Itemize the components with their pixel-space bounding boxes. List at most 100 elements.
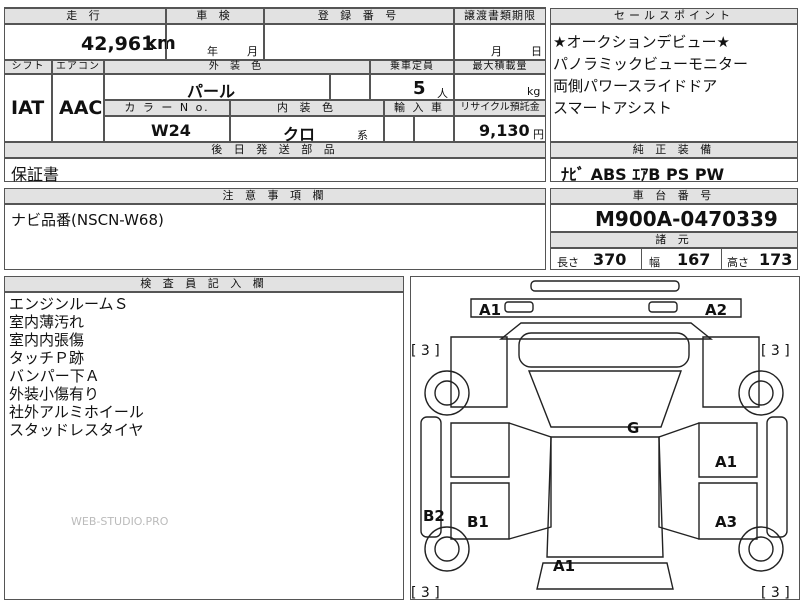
specs-divider: [641, 249, 642, 269]
car-diagram: A1 A2 G A1 B2 B1 A3 A1 [ 3 ] [ 3 ] [ 3 ]…: [411, 280, 790, 599]
import-header: 輸 入 車: [384, 100, 454, 116]
height-value: 173: [759, 250, 793, 269]
shift-header: シフト: [4, 60, 52, 74]
wheel-rear-left-inner: [434, 536, 460, 562]
recycle-unit: 円: [533, 128, 544, 141]
registration-cell: [264, 24, 454, 60]
ext-color-extra-cell: [330, 74, 370, 100]
width-value: 167: [677, 250, 711, 269]
mileage-value: 42,961: [81, 33, 155, 55]
transfer-deadline-header: 譲渡書類期限: [454, 8, 546, 24]
import-cell-b: [414, 116, 454, 142]
width-label: 幅: [649, 256, 660, 269]
front-grille: [499, 322, 713, 340]
wheel-rear-right-inner: [748, 536, 774, 562]
car-diagram-box: A1 A2 G A1 B2 B1 A3 A1 [ 3 ] [ 3 ] [ 3 ]…: [410, 276, 800, 600]
inspection-header: 車 検: [166, 8, 264, 24]
inspector-header: 検 査 員 記 入 欄: [4, 276, 404, 292]
aircon-cell: AAC: [52, 74, 104, 142]
hood-panel: [518, 332, 690, 368]
left-front-fender: [450, 336, 508, 408]
import-cell-a: [384, 116, 414, 142]
recycle-header: リサイクル預託金: [454, 100, 546, 116]
shift-cell: IAT: [4, 74, 52, 142]
damage-label-a3-right: A3: [715, 513, 737, 531]
capacity-value: 5: [413, 78, 426, 99]
chassis-cell: M900A-0470339: [550, 204, 798, 232]
color-no-cell: W24: [104, 116, 230, 142]
int-color-suffix: 系: [357, 129, 368, 142]
shift-value: IAT: [11, 97, 45, 119]
front-right-lamp: [648, 301, 678, 313]
sales-points-header: セールスポイント: [550, 8, 798, 24]
sales-points-box: ★オークションデビュー★ パノラミックビューモニター 両側パワースライドドア ス…: [550, 24, 798, 142]
inspector-note: バンパー下Ａ: [9, 367, 100, 385]
watermark: WEB-STUDIO.PRO: [71, 515, 169, 528]
right-side-rocker: [766, 416, 788, 538]
transfer-cell: 月 日: [454, 24, 546, 60]
tire-grade-rear-right: [ 3 ]: [761, 585, 790, 599]
inspector-note: 外装小傷有り: [9, 385, 100, 403]
left-pillar: [508, 422, 552, 540]
mileage-header: 走 行: [4, 8, 166, 24]
damage-label-a1-right-door: A1: [715, 453, 737, 471]
damage-label-a1-front-left: A1: [479, 301, 501, 319]
tire-grade-rear-left: [ 3 ]: [411, 585, 440, 599]
left-front-door: [450, 422, 510, 478]
specs-header: 諸 元: [550, 232, 798, 248]
inspector-note: エンジンルームＳ: [9, 295, 129, 313]
color-no-header: カ ラ ー N o.: [104, 100, 230, 116]
load-unit: kg: [527, 85, 541, 98]
sales-point: パノラミックビューモニター: [553, 55, 749, 73]
ext-color-value: パール: [187, 82, 236, 101]
equipment-cell: ﾅﾋﾞ ABS ｴｱB PS PW: [550, 158, 798, 184]
inspector-note: タッチＰ跡: [9, 349, 85, 367]
aircon-value: AAC: [59, 97, 103, 119]
damage-label-a1-rear: A1: [553, 557, 575, 575]
back-parts-cell: 保証書: [4, 158, 546, 184]
inspection-year-unit: 年: [207, 45, 218, 58]
inspector-note: 室内内張傷: [9, 331, 85, 349]
notes-box: ナビ品番(NSCN-W68): [4, 204, 546, 270]
inspector-note: 社外アルミホイール: [9, 403, 144, 421]
registration-header: 登 録 番 号: [264, 8, 454, 24]
tire-grade-front-right: [ 3 ]: [761, 343, 790, 359]
color-no-value: W24: [151, 121, 191, 140]
damage-label-b2-left: B2: [423, 507, 445, 525]
inspector-notes-box: エンジンルームＳ 室内薄汚れ 室内内張傷 タッチＰ跡 バンパー下Ａ 外装小傷有り…: [4, 292, 404, 600]
wheel-front-right-inner: [748, 380, 774, 406]
damage-label-a2-front-right: A2: [705, 301, 727, 319]
transfer-month-unit: 月: [491, 45, 502, 58]
wheel-front-left: [424, 370, 470, 416]
back-parts-value: 保証書: [11, 165, 60, 184]
equipment-value: ﾅﾋﾞ ABS ｴｱB PS PW: [561, 165, 725, 184]
notes-header: 注 意 事 項 欄: [4, 188, 546, 204]
front-left-lamp: [504, 301, 534, 313]
windshield: [527, 370, 682, 428]
height-label: 高さ: [727, 256, 749, 269]
equipment-header: 純 正 装 備: [550, 142, 798, 158]
tire-grade-front-left: [ 3 ]: [411, 343, 440, 359]
right-front-fender: [702, 336, 760, 408]
ext-color-cell: パール: [104, 74, 330, 101]
aircon-header: エアコン: [52, 60, 104, 74]
chassis-value: M900A-0470339: [595, 207, 778, 231]
wheel-front-right: [738, 370, 784, 416]
notes-value: ナビ品番(NSCN-W68): [11, 211, 164, 229]
wheel-rear-left: [424, 526, 470, 572]
inspection-cell: 年 月: [166, 24, 264, 60]
inspector-note: スタッドレスタイヤ: [9, 421, 144, 439]
inspector-note: 室内薄汚れ: [9, 313, 85, 331]
recycle-cell: 9,130 円: [454, 116, 546, 142]
specs-cell: 長さ 370 幅 167 高さ 173: [550, 248, 798, 270]
capacity-unit: 人: [437, 87, 448, 100]
specs-divider: [721, 249, 722, 269]
length-value: 370: [593, 250, 627, 269]
int-color-cell: クロ 系: [230, 116, 384, 144]
transfer-day-unit: 日: [531, 45, 542, 58]
chassis-header: 車 台 番 号: [550, 188, 798, 204]
wheel-rear-right: [738, 526, 784, 572]
capacity-cell: 5 人: [370, 74, 454, 100]
damage-label-b1-left-door: B1: [467, 513, 489, 531]
front-bumper-panel: [530, 280, 680, 292]
